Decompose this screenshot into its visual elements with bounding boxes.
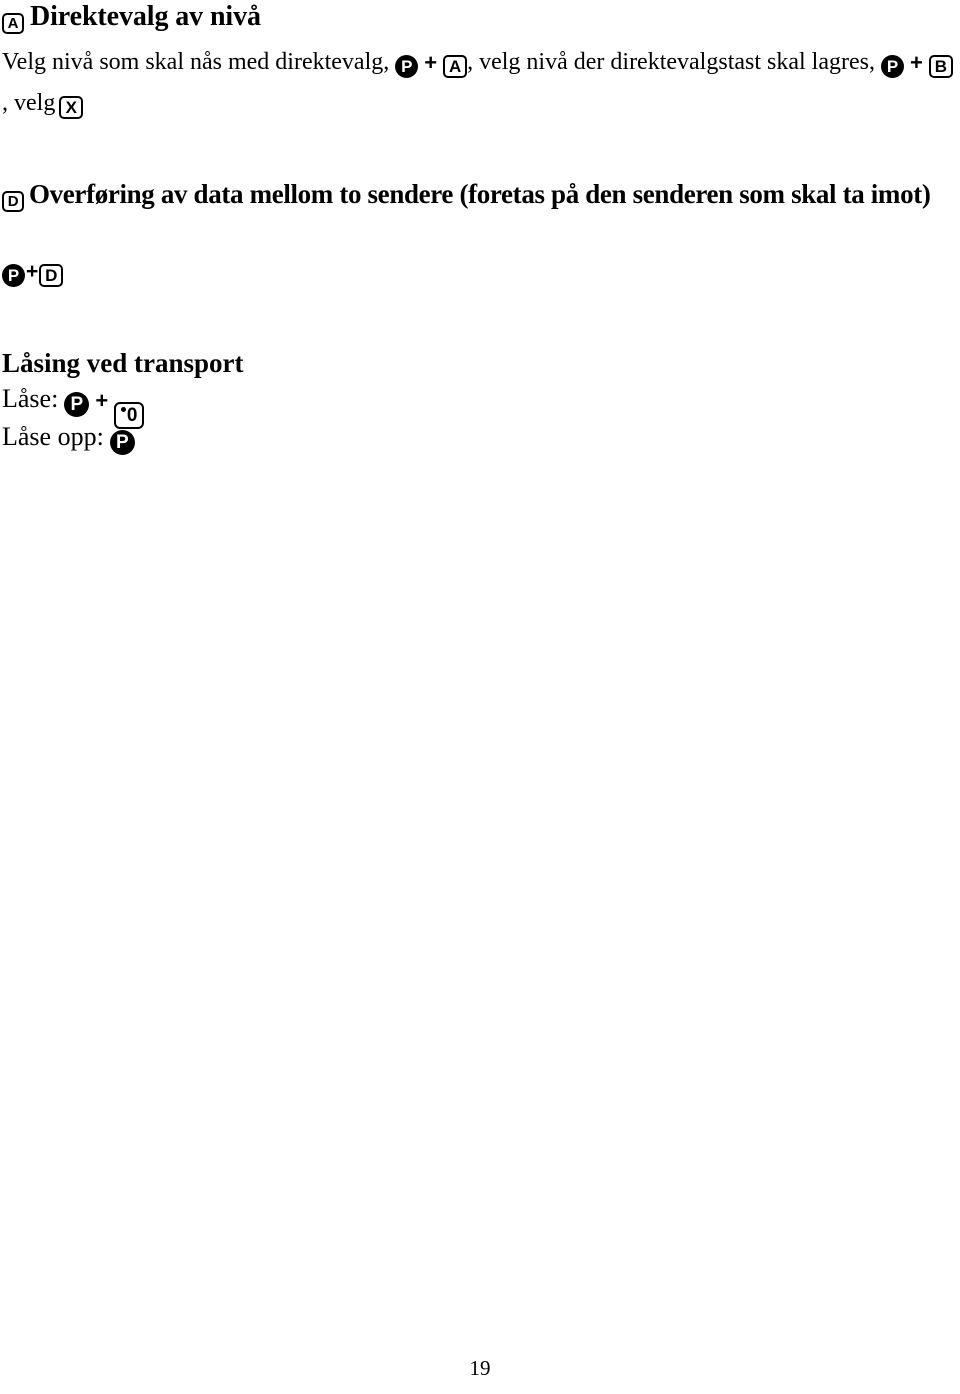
key-d-label: D <box>7 192 19 210</box>
key-b-icon: B <box>928 55 953 79</box>
key-p-icon: P <box>880 54 904 78</box>
key-p-icon: P <box>64 392 90 418</box>
key-b-label: B <box>934 57 947 77</box>
heading-data-transfer-text: Overføring av data mellom to sendere (fo… <box>29 179 931 209</box>
unlock-label: Låse opp: <box>2 422 104 451</box>
plus-separator-icon: + <box>95 387 109 413</box>
document-page: A Direktevalg av nivå Velg nivå som skal … <box>0 0 960 1394</box>
key-a-icon: A <box>2 12 24 34</box>
key-a-label: A <box>7 14 19 32</box>
key-d-icon: D <box>2 190 24 212</box>
key-x-label: X <box>65 98 77 118</box>
heading-transport-lock: Låsing ved transport <box>2 348 244 378</box>
plus-separator-icon: + <box>26 260 39 284</box>
key-p-icon: P <box>2 263 25 287</box>
line-unlock: Låse opp: P <box>2 422 135 456</box>
paragraph-text-part-1: Velg nivå som skal nås med direktevalg, <box>2 49 390 75</box>
key-d-icon: D <box>39 264 64 288</box>
key-p-label: P <box>886 56 899 76</box>
key-a-icon: A <box>443 55 468 79</box>
paragraph-text-part-2: , velg nivå der direktevalgstast skal la… <box>467 49 875 75</box>
key-p-label: P <box>115 432 129 454</box>
paragraph-text-part-3: , velg <box>2 90 56 117</box>
key-x-icon: X <box>59 96 84 120</box>
key-p-label: P <box>401 56 413 76</box>
heading-data-transfer: D Overføring av data mellom to sendere (f… <box>2 178 958 212</box>
key-dot-marker-icon <box>120 407 126 413</box>
key-p-icon: P <box>109 430 135 456</box>
key-d-label: D <box>45 266 58 286</box>
shortcut-data-transfer: P + D <box>2 259 64 288</box>
heading-direct-selection-text: Direktevalg av nivå <box>30 1 261 32</box>
key-p-icon: P <box>395 54 419 78</box>
key-a-label: A <box>448 57 462 77</box>
page-number: 19 <box>469 1356 491 1380</box>
heading-direct-selection: A Direktevalg av nivå <box>2 1 942 34</box>
key-p-label: P <box>70 394 84 416</box>
key-zero-label: 0 <box>126 405 138 427</box>
key-p-label: P <box>7 265 20 285</box>
paragraph-direct-selection: Velg nivå som skal nås med direktevalg, P… <box>2 42 954 125</box>
plus-separator-icon: + <box>424 49 438 75</box>
plus-separator-icon: + <box>909 49 923 75</box>
lock-label: Låse: <box>2 384 59 413</box>
